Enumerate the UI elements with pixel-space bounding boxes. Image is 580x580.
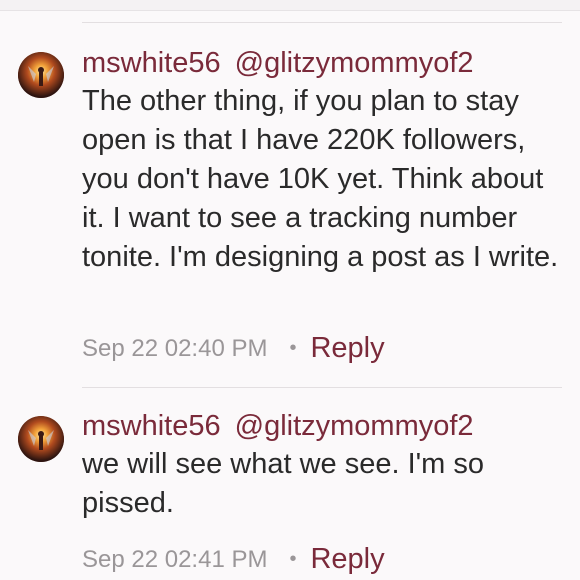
comment-footer: Sep 22 02:40 PM • Reply — [82, 332, 385, 365]
comment-thread: mswhite56 @glitzymommyof2 The other thing… — [0, 0, 580, 580]
avatar-image — [18, 416, 64, 462]
username-link[interactable]: mswhite56 — [82, 410, 221, 442]
comment-text: we will see what we see. I'm so pissed. — [82, 448, 485, 519]
mention-link[interactable]: @glitzymommyof2 — [235, 47, 474, 79]
top-edge — [0, 0, 580, 11]
comment-header: mswhite56 @glitzymommyof2 — [82, 409, 562, 443]
timestamp: Sep 22 02:40 PM — [82, 334, 268, 362]
comment-body: mswhite56 @glitzymommyof2 The other thing… — [82, 46, 562, 277]
timestamp: Sep 22 02:41 PM — [82, 545, 268, 573]
username-link[interactable]: mswhite56 — [82, 47, 221, 79]
avatar-image — [18, 52, 64, 98]
divider — [82, 387, 562, 388]
separator-dot: • — [289, 337, 297, 359]
reply-button[interactable]: Reply — [310, 332, 384, 365]
avatar[interactable] — [18, 416, 64, 462]
reply-button[interactable]: Reply — [310, 543, 384, 576]
comment-body: mswhite56 @glitzymommyof2 we will see wha… — [82, 409, 562, 523]
comment-footer: Sep 22 02:41 PM • Reply — [82, 543, 385, 576]
divider — [82, 22, 562, 23]
avatar[interactable] — [18, 52, 64, 98]
comment-text: The other thing, if you plan to stay ope… — [82, 85, 559, 273]
separator-dot: • — [289, 548, 297, 570]
mention-link[interactable]: @glitzymommyof2 — [235, 410, 474, 442]
comment-header: mswhite56 @glitzymommyof2 — [82, 46, 562, 80]
